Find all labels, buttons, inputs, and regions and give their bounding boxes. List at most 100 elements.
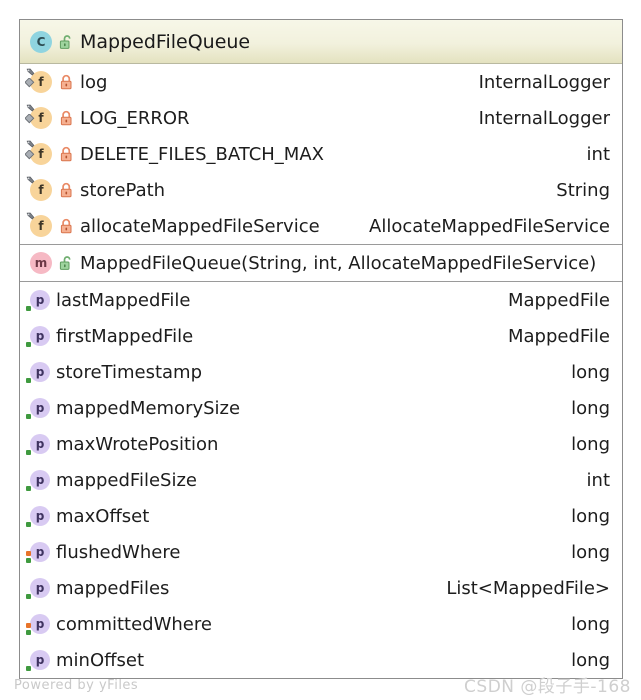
member-type: MappedFile: [507, 325, 610, 347]
member-row-first-mapped-file[interactable]: p firstMappedFile MappedFile: [20, 318, 622, 354]
static-field-icon: f: [25, 104, 52, 129]
member-name: mappedFileSize: [56, 469, 197, 491]
member-row-mapped-file-size[interactable]: p mappedFileSize int: [20, 462, 622, 498]
member-name: flushedWhere: [56, 541, 181, 563]
member-type: String: [556, 179, 610, 201]
member-name: storeTimestamp: [56, 361, 203, 383]
member-name: maxOffset: [56, 505, 150, 527]
class-name: MappedFileQueue: [80, 30, 251, 53]
unlock-icon: [59, 255, 74, 271]
property-badge-letter: p: [30, 650, 50, 670]
getter-dot-icon: [26, 630, 31, 635]
member-row-store-path[interactable]: f storePath String: [20, 172, 622, 208]
member-row-flushed-where[interactable]: p flushedWhere long: [20, 534, 622, 570]
fields-section: f log InternalLogger f LOG_ERROR Interna…: [20, 64, 622, 244]
property-badge-letter: p: [30, 614, 50, 634]
property-icon: p: [26, 650, 50, 671]
member-name: minOffset: [56, 649, 145, 671]
property-badge-letter: p: [30, 542, 50, 562]
member-type: AllocateMappedFileService: [369, 215, 610, 237]
constructors-section: m MappedFileQueue(String, int, AllocateM…: [20, 244, 622, 281]
static-field-icon: f: [25, 68, 52, 93]
member-type: List<MappedFile>: [446, 577, 610, 599]
member-name: MappedFileQueue(String, int, AllocateMap…: [80, 252, 597, 274]
property-badge-letter: p: [30, 470, 50, 490]
member-name: LOG_ERROR: [80, 107, 190, 129]
static-field-icon: f: [25, 140, 52, 165]
setter-dot-icon: [26, 551, 31, 556]
getter-dot-icon: [26, 594, 31, 599]
member-row-log[interactable]: f log InternalLogger: [20, 64, 622, 100]
member-row-store-timestamp[interactable]: p storeTimestamp long: [20, 354, 622, 390]
static-marker-icon: [25, 78, 35, 88]
wrench-overlay-icon: [26, 176, 35, 184]
member-type: long: [571, 361, 610, 383]
property-icon: p: [26, 542, 50, 563]
member-name: DELETE_FILES_BATCH_MAX: [80, 143, 324, 165]
lock-icon: [59, 74, 74, 90]
member-type: int: [586, 469, 610, 491]
member-row-last-mapped-file[interactable]: p lastMappedFile MappedFile: [20, 282, 622, 318]
property-icon: p: [26, 326, 50, 347]
property-icon: p: [26, 578, 50, 599]
lock-icon: [59, 218, 74, 234]
member-row-delete-files-batch-max[interactable]: f DELETE_FILES_BATCH_MAX int: [20, 136, 622, 172]
lock-icon: [59, 110, 74, 126]
uml-class-node[interactable]: C MappedFileQueue f log InternalLogger f…: [19, 19, 623, 679]
wrench-overlay-icon: [26, 212, 35, 220]
member-type: long: [571, 613, 610, 635]
member-row-mapped-files[interactable]: p mappedFiles List<MappedFile>: [20, 570, 622, 606]
getter-dot-icon: [26, 414, 31, 419]
member-type: MappedFile: [507, 289, 610, 311]
member-type: long: [571, 649, 610, 671]
field-icon: f: [26, 176, 52, 201]
class-header[interactable]: C MappedFileQueue: [20, 20, 622, 64]
property-badge-letter: p: [30, 326, 50, 346]
member-row-committed-where[interactable]: p committedWhere long: [20, 606, 622, 642]
method-icon: m: [30, 252, 52, 274]
member-row-constructor[interactable]: m MappedFileQueue(String, int, AllocateM…: [20, 245, 622, 281]
member-type: InternalLogger: [478, 107, 610, 129]
member-type: int: [586, 143, 610, 165]
class-icon: C: [30, 30, 52, 53]
property-badge-letter: p: [30, 506, 50, 526]
member-row-log-error[interactable]: f LOG_ERROR InternalLogger: [20, 100, 622, 136]
property-icon: p: [26, 362, 50, 383]
property-icon: p: [26, 506, 50, 527]
member-name: maxWrotePosition: [56, 433, 219, 455]
unlock-icon: [59, 34, 74, 50]
property-icon: p: [26, 434, 50, 455]
properties-section: p lastMappedFile MappedFile p firstMappe…: [20, 281, 622, 678]
property-badge-letter: p: [30, 434, 50, 454]
member-row-max-wrote-position[interactable]: p maxWrotePosition long: [20, 426, 622, 462]
member-name: firstMappedFile: [56, 325, 194, 347]
field-icon: f: [26, 212, 52, 237]
getter-dot-icon: [26, 450, 31, 455]
member-type: long: [571, 433, 610, 455]
lock-icon: [59, 146, 74, 162]
member-name: allocateMappedFileService: [80, 215, 320, 237]
member-type: long: [571, 541, 610, 563]
member-row-mapped-memory-size[interactable]: p mappedMemorySize long: [20, 390, 622, 426]
member-type: long: [571, 505, 610, 527]
getter-dot-icon: [26, 378, 31, 383]
member-row-max-offset[interactable]: p maxOffset long: [20, 498, 622, 534]
getter-dot-icon: [26, 666, 31, 671]
property-badge-letter: p: [30, 362, 50, 382]
member-row-allocate-mapped-file-service[interactable]: f allocateMappedFileService AllocateMapp…: [20, 208, 622, 244]
lock-icon: [59, 182, 74, 198]
getter-dot-icon: [26, 558, 31, 563]
property-icon: p: [26, 470, 50, 491]
member-name: log: [80, 71, 108, 93]
property-badge-letter: p: [30, 290, 50, 310]
static-marker-icon: [25, 150, 35, 160]
yfiles-watermark: Powered by yFiles: [14, 678, 139, 693]
getter-dot-icon: [26, 342, 31, 347]
member-name: lastMappedFile: [56, 289, 191, 311]
member-name: mappedMemorySize: [56, 397, 241, 419]
property-icon: p: [26, 290, 50, 311]
getter-dot-icon: [26, 486, 31, 491]
csdn-watermark: CSDN @段子手-168: [464, 677, 631, 697]
class-badge-letter: C: [30, 30, 52, 53]
member-name: committedWhere: [56, 613, 212, 635]
